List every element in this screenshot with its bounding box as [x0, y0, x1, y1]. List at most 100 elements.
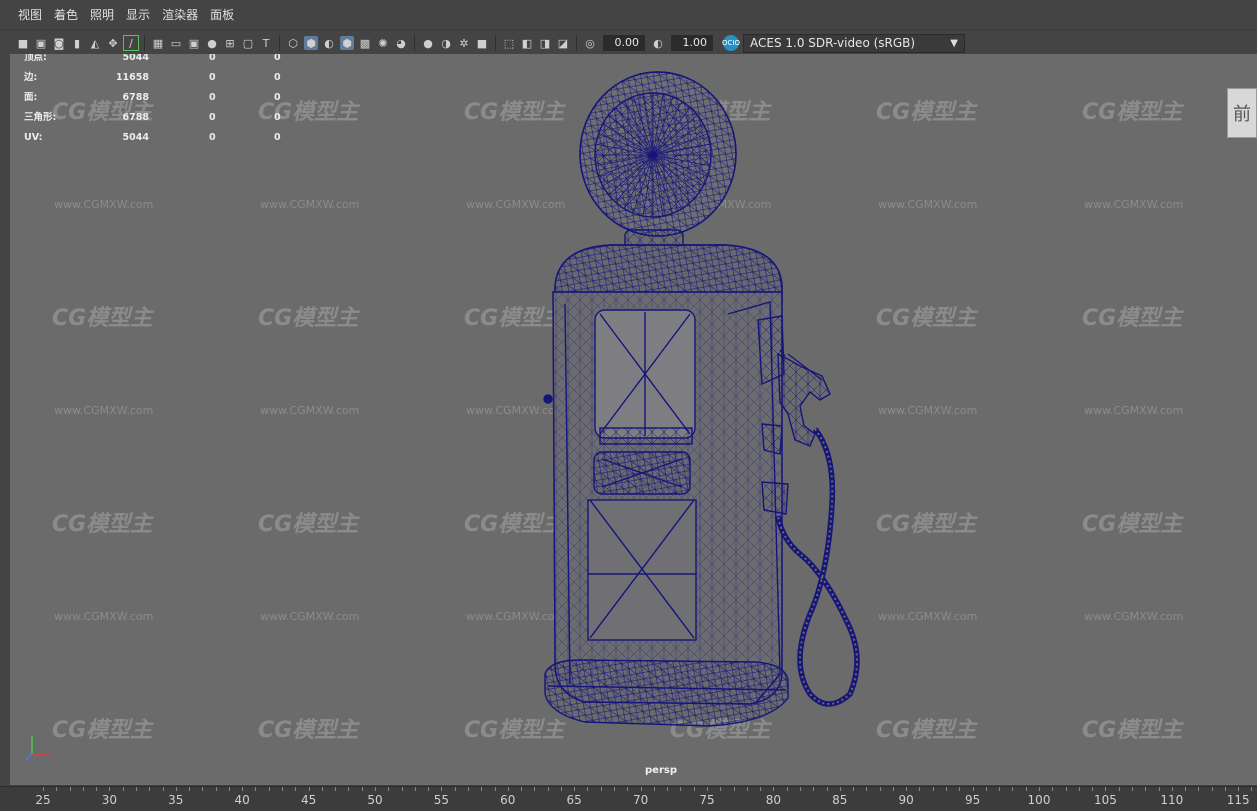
timeline-tick-mark: [866, 787, 868, 791]
menu-renderer[interactable]: 渲染器: [162, 6, 198, 23]
timeline-tick-label: 30: [101, 793, 118, 807]
timeline-tick-mark: [268, 787, 270, 791]
menu-show[interactable]: 显示: [126, 6, 150, 23]
gate-mask-icon[interactable]: ●: [205, 36, 219, 50]
timeline-tick-label: 85: [832, 793, 848, 807]
film-gate-icon[interactable]: ▭: [169, 36, 183, 50]
timeline-tick-mark: [1198, 787, 1200, 791]
motion-blur-icon[interactable]: ◑: [439, 36, 453, 50]
separator: [414, 35, 415, 51]
timeline-tick-mark: [1251, 787, 1253, 791]
timeline-tick-mark: [481, 787, 483, 791]
timeline-tick-mark: [401, 787, 403, 791]
field-chart-icon[interactable]: ⊞: [223, 36, 237, 50]
color-space-dropdown[interactable]: ACES 1.0 SDR-video (sRGB) ▼: [743, 33, 965, 53]
timeline-tick-mark: [773, 787, 775, 791]
timeline-tick-mark: [56, 787, 58, 791]
timeline-tick-mark: [932, 787, 934, 791]
move-icon[interactable]: ✥: [106, 36, 120, 50]
separator: [576, 35, 577, 51]
gas-pump-model[interactable]: [10, 54, 1257, 785]
timeline-tick-mark: [653, 787, 655, 791]
xray-icon[interactable]: ◧: [520, 36, 534, 50]
timeline-tick-mark: [999, 787, 1001, 791]
anti-aliasing-icon[interactable]: ✲: [457, 36, 471, 50]
timeline-tick-mark: [799, 787, 801, 791]
timeline-tick-mark: [959, 787, 961, 791]
screen-space-ao-icon[interactable]: ●: [421, 36, 435, 50]
timeline-tick-mark: [1211, 787, 1213, 791]
camera-lock-icon[interactable]: ◙: [52, 36, 66, 50]
image-plane-icon[interactable]: ◭: [88, 36, 102, 50]
timeline-tick-mark: [640, 787, 642, 791]
separator: [279, 35, 280, 51]
bookmark-icon[interactable]: ▮: [70, 36, 84, 50]
gamma-icon[interactable]: ◐: [651, 36, 665, 50]
timeline-tick-label: 65: [566, 793, 582, 807]
timeline-tick-mark: [1012, 787, 1014, 791]
timeline-tick-mark: [720, 787, 722, 791]
timeline-tick-mark: [1092, 787, 1094, 791]
xray-active-icon[interactable]: ◨: [538, 36, 552, 50]
camera-name-label: persp: [645, 765, 677, 776]
menu-bar: 视图 着色 照明 显示 渲染器 面板: [0, 0, 1257, 30]
shadows-icon[interactable]: ◕: [394, 36, 408, 50]
gamma-field[interactable]: 1.00: [671, 35, 713, 51]
3d-viewport[interactable]: CG模型主 www.CGMXW.com CG模型主 www.CGMXW.com CG模型…: [10, 54, 1257, 785]
use-all-lights-icon[interactable]: ✺: [376, 36, 390, 50]
timeline-tick-label: 40: [234, 793, 250, 807]
timeline-tick-label: 110: [1160, 793, 1184, 807]
timeline-tick-label: 90: [898, 793, 914, 807]
timeline-tick-label: 25: [35, 793, 51, 807]
menu-lighting[interactable]: 照明: [90, 6, 114, 23]
exposure-icon[interactable]: ◎: [583, 36, 597, 50]
color-space-label: ACES 1.0 SDR-video (sRGB): [750, 35, 916, 50]
timeline-tick-mark: [813, 787, 815, 791]
isolate-select-icon[interactable]: ⬚: [502, 36, 516, 50]
timeline-tick-mark: [122, 787, 124, 791]
exposure-field[interactable]: 0.00: [603, 35, 645, 51]
timeline-tick-label: 100: [1027, 793, 1051, 807]
timeline-tick-mark: [534, 787, 536, 791]
smooth-shade-icon[interactable]: ⬢: [304, 36, 318, 50]
timeline-tick-mark: [667, 787, 669, 791]
timeline-tick-mark: [321, 787, 323, 791]
timeline-tick-mark: [1078, 787, 1080, 791]
safe-title-icon[interactable]: T: [259, 36, 273, 50]
depth-of-field-icon[interactable]: ■: [475, 36, 489, 50]
timeline-tick-mark: [228, 787, 230, 791]
camera-icon[interactable]: ■: [16, 36, 30, 50]
timeline-tick-mark: [135, 787, 137, 791]
timeline-tick-mark: [242, 787, 244, 791]
timeline-tick-label: 115: [1226, 793, 1250, 807]
timeline-tick-mark: [1185, 787, 1187, 791]
viewport-toolbar: ■ ▣ ◙ ▮ ◭ ✥ ∕ ▦ ▭ ▣ ● ⊞ ▢ T ⬡ ⬢ ◐ ⬢ ▩ ✺ …: [0, 31, 1257, 55]
wireframe-on-shaded-icon[interactable]: ⬢: [340, 36, 354, 50]
timeline-tick-mark: [693, 787, 695, 791]
textured-icon[interactable]: ▩: [358, 36, 372, 50]
grease-pencil-icon[interactable]: ∕: [123, 35, 139, 51]
safe-action-icon[interactable]: ▢: [241, 36, 255, 50]
default-material-icon[interactable]: ◐: [322, 36, 336, 50]
grid-icon[interactable]: ▦: [151, 36, 165, 50]
menu-view[interactable]: 视图: [18, 6, 42, 23]
xray-joints-icon[interactable]: ◪: [556, 36, 570, 50]
view-cube[interactable]: 前: [1227, 88, 1257, 138]
resolution-gate-icon[interactable]: ▣: [187, 36, 201, 50]
camera-attributes-icon[interactable]: ▣: [34, 36, 48, 50]
timeline-tick-mark: [1065, 787, 1067, 791]
timeline-tick-mark: [494, 787, 496, 791]
timeline-tick-label: 95: [964, 793, 981, 807]
view-cube-face-label: 前: [1233, 104, 1251, 125]
timeline-tick-mark: [215, 787, 217, 791]
menu-shading[interactable]: 着色: [54, 6, 78, 23]
timeline-tick-mark: [361, 787, 363, 791]
timeline-tick-mark: [786, 787, 788, 791]
timeline-tick-mark: [906, 787, 908, 791]
ocio-icon[interactable]: OCIO: [722, 35, 740, 51]
timeline-tick-mark: [1145, 787, 1147, 791]
wireframe-icon[interactable]: ⬡: [286, 36, 300, 50]
menu-panels[interactable]: 面板: [210, 6, 234, 23]
timeline-tick-mark: [375, 787, 376, 791]
time-slider[interactable]: 25 30 35 40 45 50 55 60 65 70 75 80 85 90 95 100 105 110 1…: [0, 786, 1257, 811]
